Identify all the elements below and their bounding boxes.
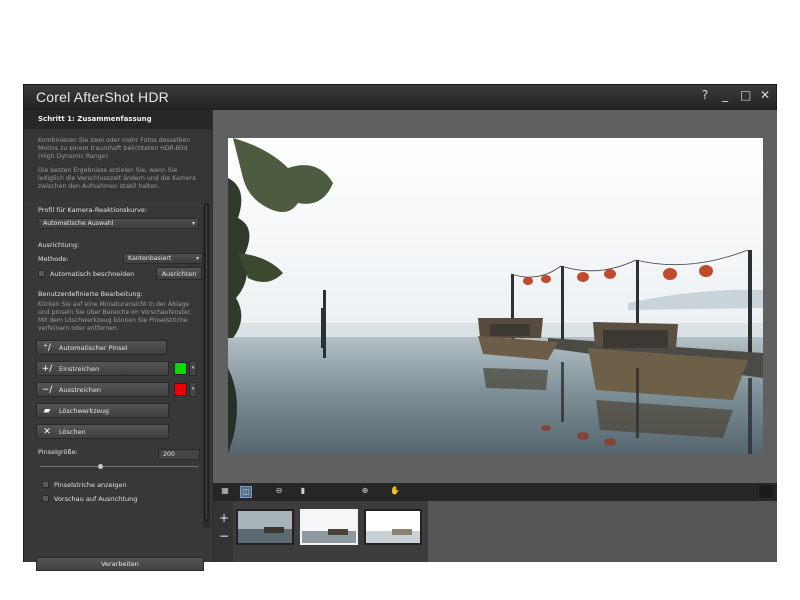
delete-x-icon: ✕ xyxy=(43,426,51,437)
description-text-2: Die besten Ergebnisse erzielen Sie, wenn… xyxy=(38,167,196,190)
camera-profile-value: Automatische Auswahl xyxy=(43,220,114,227)
brush-out-label: Ausstreichen xyxy=(59,385,102,394)
brush-minus-icon: −∕ xyxy=(41,384,53,395)
thumbnail-image xyxy=(366,511,420,543)
auto-brush-label: Automatischer Pinsel xyxy=(59,343,128,352)
brush-size-slider-knob[interactable] xyxy=(98,464,104,469)
hdr-preview-image[interactable] xyxy=(228,138,763,454)
auto-brush-button[interactable]: ⁺∕ Automatischer Pinsel xyxy=(36,340,167,355)
auto-crop-checkbox[interactable] xyxy=(38,270,45,277)
chevron-down-icon: ▾ xyxy=(191,220,195,227)
alignment-label: Ausrichtung: xyxy=(38,241,80,249)
remove-image-button[interactable]: − xyxy=(219,529,229,543)
zoom-slider-icon[interactable]: ▮ xyxy=(297,486,309,498)
add-image-button[interactable]: + xyxy=(219,511,229,525)
help-icon[interactable]: ? xyxy=(700,88,710,102)
show-strokes-checkbox[interactable] xyxy=(42,481,49,488)
scrollbar-thumb[interactable] xyxy=(204,203,209,521)
brush-size-value: 200 xyxy=(163,451,175,458)
brush-size-slider[interactable] xyxy=(40,466,198,467)
show-strokes-label: Pinselstriche anzeigen xyxy=(54,481,127,489)
brush-in-label: Einstreichen xyxy=(59,364,100,373)
pan-hand-icon[interactable]: ✋ xyxy=(389,486,401,498)
zoom-out-icon[interactable]: ⊖ xyxy=(273,486,285,498)
camera-profile-dropdown[interactable]: Automatische Auswahl ▾ xyxy=(38,218,199,229)
settings-panel: Schritt 1: Zusammenfassung Kombinieren S… xyxy=(24,110,212,571)
chevron-down-icon[interactable]: ▾ xyxy=(189,382,197,397)
lake-pier-photo xyxy=(228,138,763,454)
description-text-1: Kombinieren Sie zwei oder mehr Fotos des… xyxy=(38,137,191,160)
method-dropdown[interactable]: Kantenbasiert ▾ xyxy=(123,253,203,264)
thumbnail-image xyxy=(302,511,356,543)
brush-in-button[interactable]: +∕ Einstreichen xyxy=(36,361,169,376)
minimize-icon[interactable]: _ xyxy=(720,88,730,102)
title-bar: Corel AfterShot HDR ? _ □ ✕ xyxy=(24,85,776,110)
delete-button[interactable]: ✕ Löschen xyxy=(36,424,169,439)
chevron-down-icon: ▾ xyxy=(195,255,199,262)
brush-out-button[interactable]: −∕ Ausstreichen xyxy=(36,382,169,397)
window-controls: ? _ □ ✕ xyxy=(700,88,770,102)
thumbnail-image xyxy=(238,511,292,543)
filmstrip-controls: + − xyxy=(213,501,233,562)
app-title: Corel AfterShot HDR xyxy=(36,89,169,105)
auto-brush-icon: ⁺∕ xyxy=(43,342,51,353)
zoom-in-icon[interactable]: ⊕ xyxy=(359,486,371,498)
delete-label: Löschen xyxy=(59,427,86,436)
settings-scroll-area: Profil für Kamera-Reaktionskurve: Automa… xyxy=(24,203,212,533)
maximize-icon[interactable]: □ xyxy=(740,88,751,102)
chevron-down-icon[interactable]: ▾ xyxy=(189,361,197,376)
process-button[interactable]: Verarbeiten xyxy=(36,557,204,571)
brush-size-label: Pinselgröße: xyxy=(38,448,78,456)
thumbnail-1[interactable] xyxy=(236,509,294,545)
brush-plus-icon: +∕ xyxy=(41,363,53,374)
description: Kombinieren Sie zwei oder mehr Fotos des… xyxy=(24,129,212,201)
step-header: Schritt 1: Zusammenfassung xyxy=(24,110,212,129)
fit-view-icon[interactable]: ▦ xyxy=(219,486,231,498)
camera-profile-label: Profil für Kamera-Reaktionskurve: xyxy=(38,206,148,214)
brush-size-input[interactable]: 200 xyxy=(158,449,200,460)
custom-edit-label: Benutzerdefinierte Bearbeitung: xyxy=(38,290,143,298)
compare-view-icon[interactable]: ◫ xyxy=(240,486,252,498)
eraser-label: Löschwerkzeug xyxy=(59,406,109,415)
thumbnail-2-selected[interactable] xyxy=(300,509,358,545)
panel-scrollbar[interactable] xyxy=(203,203,210,528)
toolbar-corner xyxy=(759,485,773,498)
close-icon[interactable]: ✕ xyxy=(760,88,770,102)
method-label: Methode: xyxy=(38,255,69,263)
method-value: Kantenbasiert xyxy=(128,255,172,262)
auto-crop-label: Automatisch beschneiden xyxy=(50,270,135,278)
thumbnail-3[interactable] xyxy=(364,509,422,545)
eraser-button[interactable]: ▰ Löschwerkzeug xyxy=(36,403,169,418)
filmstrip-thumbnails xyxy=(233,501,428,562)
preview-alignment-label: Vorschau auf Ausrichtung xyxy=(54,495,138,503)
brush-in-color-swatch[interactable] xyxy=(174,362,187,375)
preview-alignment-checkbox[interactable] xyxy=(42,495,49,502)
align-button[interactable]: Ausrichten xyxy=(156,267,202,280)
eraser-icon: ▰ xyxy=(43,405,51,416)
filmstrip: + − xyxy=(213,501,777,562)
preview-area xyxy=(213,110,777,483)
app-window: Corel AfterShot HDR ? _ □ ✕ Schritt 1: Z… xyxy=(23,84,777,571)
view-toolbar: ▦ ◫ ⊖ ▮ ⊕ ✋ xyxy=(213,483,777,501)
brush-out-color-swatch[interactable] xyxy=(174,383,187,396)
custom-edit-help: Klicken Sie auf eine Miniaturansicht in … xyxy=(38,301,192,332)
